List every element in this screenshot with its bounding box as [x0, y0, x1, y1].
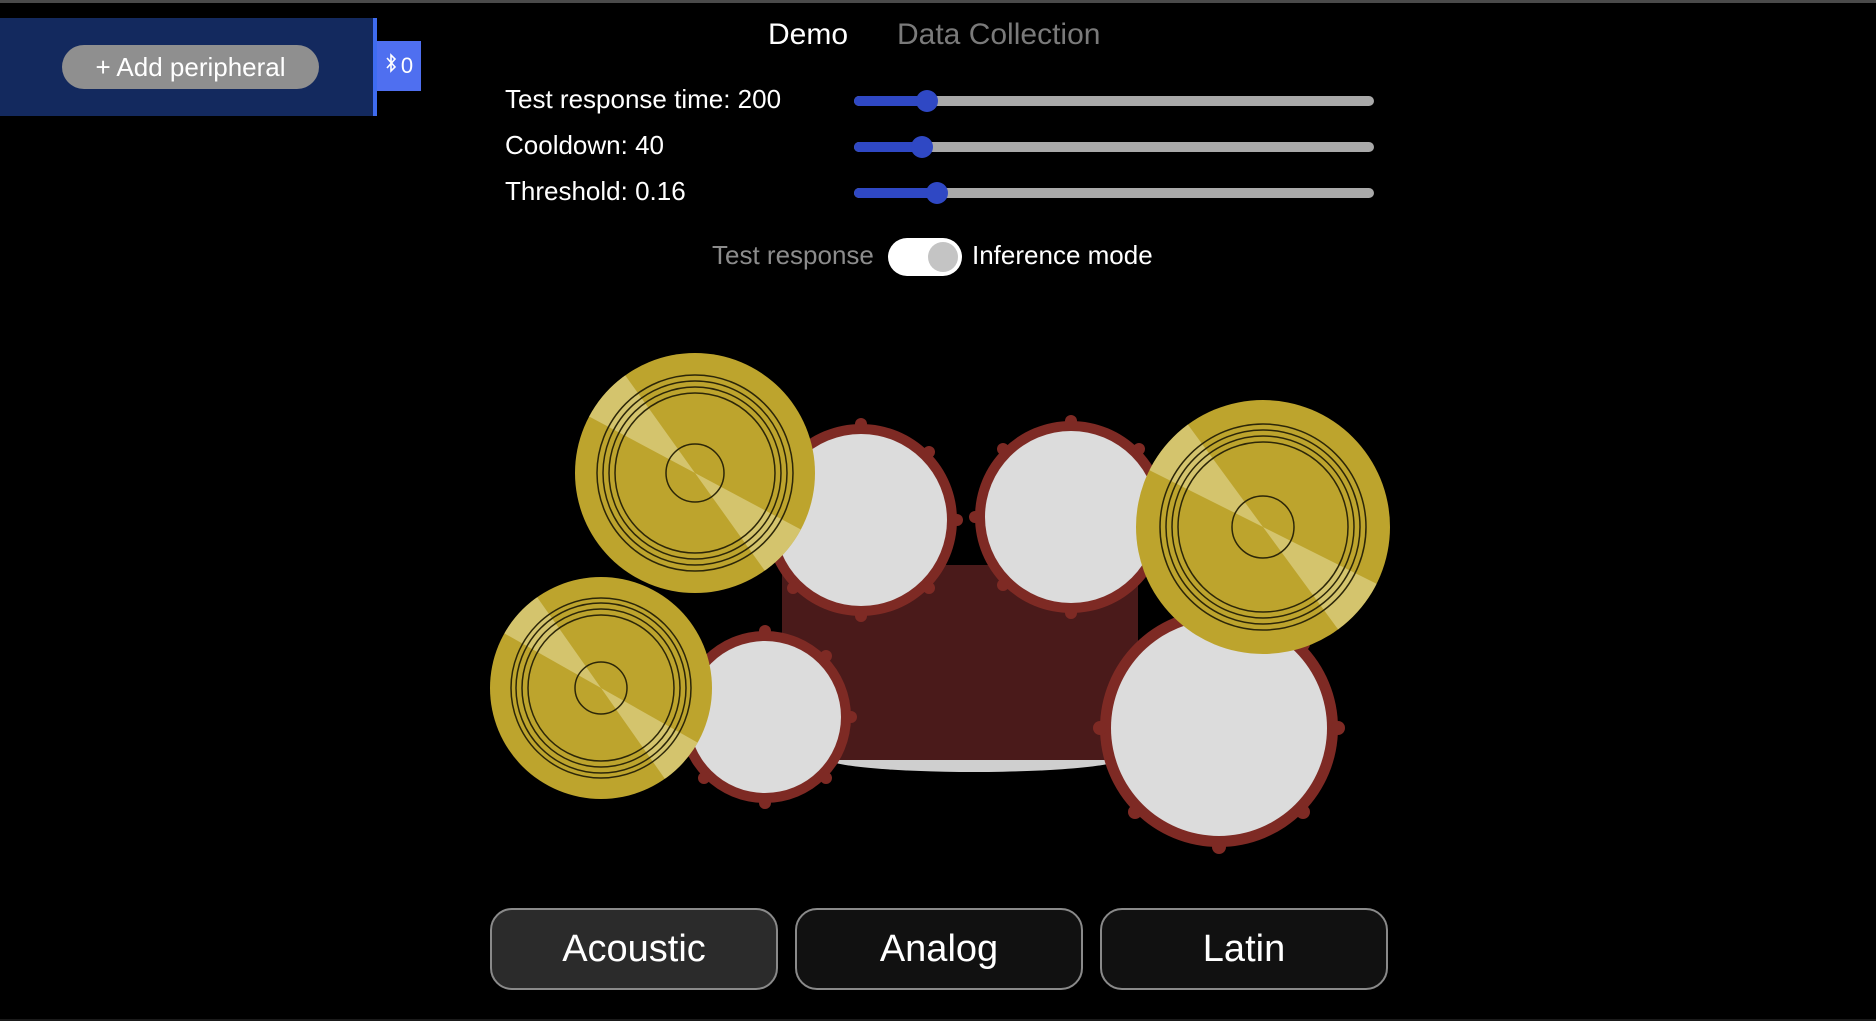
hi-hat-cymbal[interactable]	[463, 560, 739, 816]
kit-acoustic-button[interactable]: Acoustic	[490, 908, 778, 990]
kit-analog-button[interactable]: Analog	[795, 908, 1083, 990]
drum-kit	[463, 353, 1390, 854]
kit-latin-button[interactable]: Latin	[1100, 908, 1388, 990]
